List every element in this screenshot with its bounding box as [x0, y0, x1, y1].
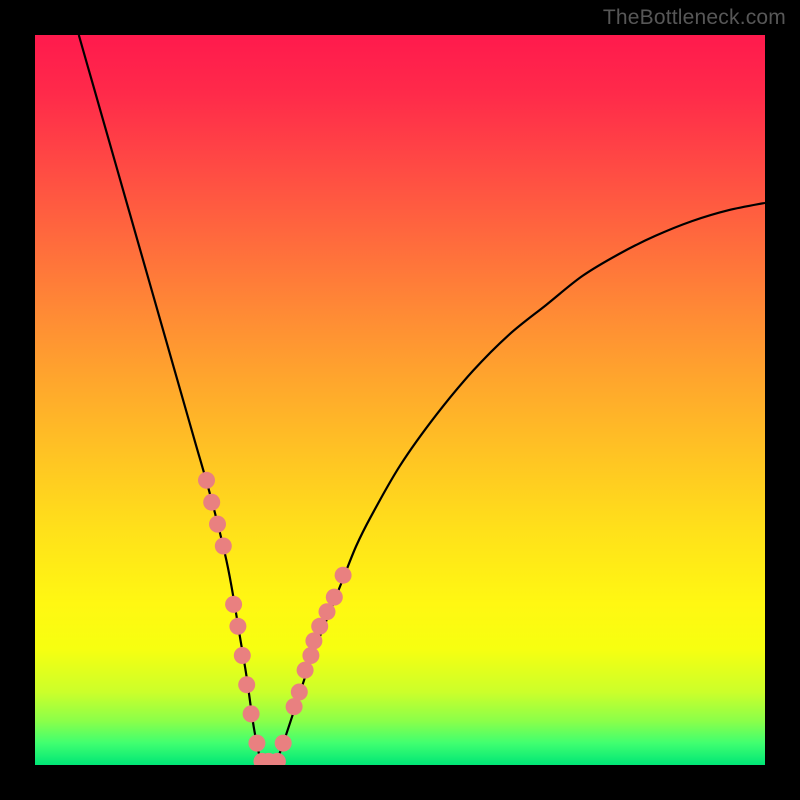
plot-area — [35, 35, 765, 765]
marker-dot — [198, 472, 215, 489]
marker-dot — [234, 647, 251, 664]
marker-dot — [305, 632, 322, 649]
bottleneck-curve — [79, 35, 765, 764]
watermark-text: TheBottleneck.com — [603, 6, 786, 30]
marker-group — [198, 472, 352, 765]
marker-dot — [335, 567, 352, 584]
marker-dot — [286, 698, 303, 715]
marker-dot — [319, 603, 336, 620]
marker-dot — [243, 705, 260, 722]
marker-dot — [291, 684, 308, 701]
marker-dot — [302, 647, 319, 664]
marker-dot — [225, 596, 242, 613]
marker-dot — [248, 735, 265, 752]
marker-dot — [326, 589, 343, 606]
marker-dot — [229, 618, 246, 635]
marker-dot — [311, 618, 328, 635]
marker-dot — [297, 662, 314, 679]
chart-frame: TheBottleneck.com — [0, 0, 800, 800]
marker-dot — [209, 516, 226, 533]
marker-dot — [215, 538, 232, 555]
marker-dot — [238, 676, 255, 693]
marker-dot — [203, 494, 220, 511]
curve-layer — [35, 35, 765, 765]
marker-dot — [275, 735, 292, 752]
